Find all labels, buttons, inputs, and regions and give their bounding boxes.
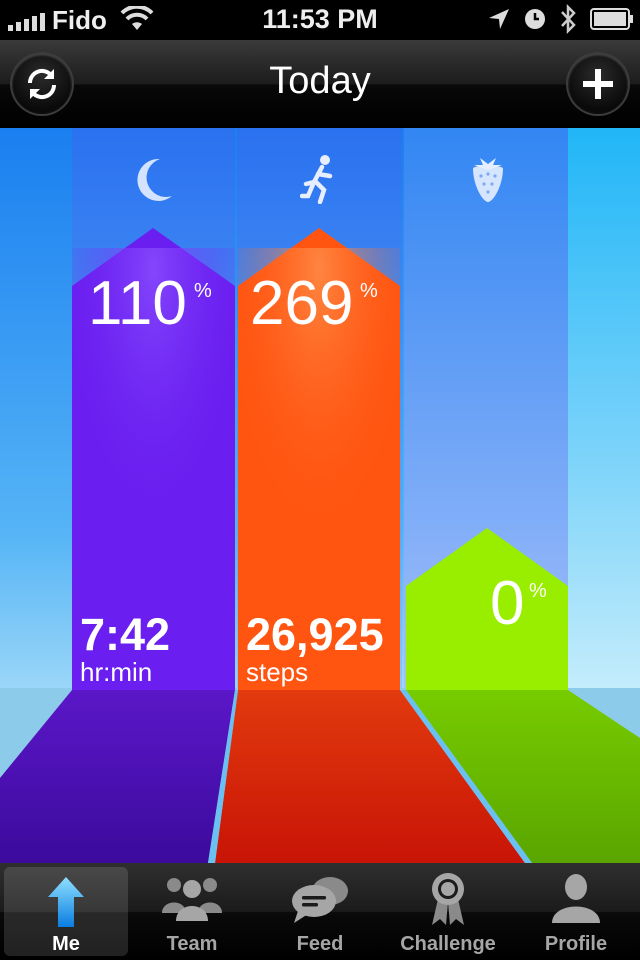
steps-value: 26,925: [246, 609, 384, 660]
tab-profile[interactable]: Profile: [514, 863, 638, 960]
location-arrow-icon: [489, 9, 509, 29]
sleep-percent: 110: [88, 269, 187, 338]
moon-icon: [137, 158, 172, 201]
navigation-bar: Today: [0, 40, 640, 129]
tab-feed[interactable]: Feed: [258, 863, 382, 960]
tab-me[interactable]: Me: [4, 867, 128, 956]
eat-percent: 0: [490, 569, 525, 638]
tab-bar: Me Team Feed Challenge Profile: [0, 863, 640, 960]
tab-feed-label: Feed: [296, 933, 344, 955]
team-icon: [162, 878, 222, 921]
strawberry-icon: [473, 158, 503, 202]
tab-challenge-label: Challenge: [400, 933, 496, 955]
tab-challenge[interactable]: Challenge: [386, 863, 510, 960]
sleep-duration-value: 7:42: [80, 609, 171, 660]
tab-team-label: Team: [166, 933, 218, 955]
move-percent: 269: [250, 269, 354, 338]
steps-unit: steps: [246, 657, 309, 687]
up-arrow-icon: [48, 877, 84, 927]
battery-icon: [590, 8, 633, 30]
sleep-percent-sign: %: [194, 280, 212, 302]
move-percent-sign: %: [360, 280, 378, 302]
sleep-duration-unit: hr:min: [80, 657, 153, 687]
tab-me-label: Me: [52, 933, 80, 955]
alarm-clock-icon: [525, 9, 545, 29]
tab-profile-label: Profile: [544, 933, 608, 955]
add-button[interactable]: [568, 54, 628, 114]
person-icon: [552, 874, 600, 923]
eat-percent-sign: %: [529, 580, 547, 602]
dashboard-background: [0, 128, 640, 863]
tab-team[interactable]: Team: [130, 863, 254, 960]
bluetooth-icon: [561, 4, 576, 34]
activity-dashboard: 110 % 7:42 hr:min 269 % 26,925 steps 0 %: [0, 128, 640, 863]
status-bar: Fido 11:53 PM: [0, 0, 640, 40]
plus-icon: [583, 69, 613, 99]
award-ribbon-icon: [432, 873, 464, 925]
runner-icon: [300, 155, 333, 204]
page-title: Today: [269, 60, 371, 102]
speech-bubbles-icon: [292, 877, 348, 923]
